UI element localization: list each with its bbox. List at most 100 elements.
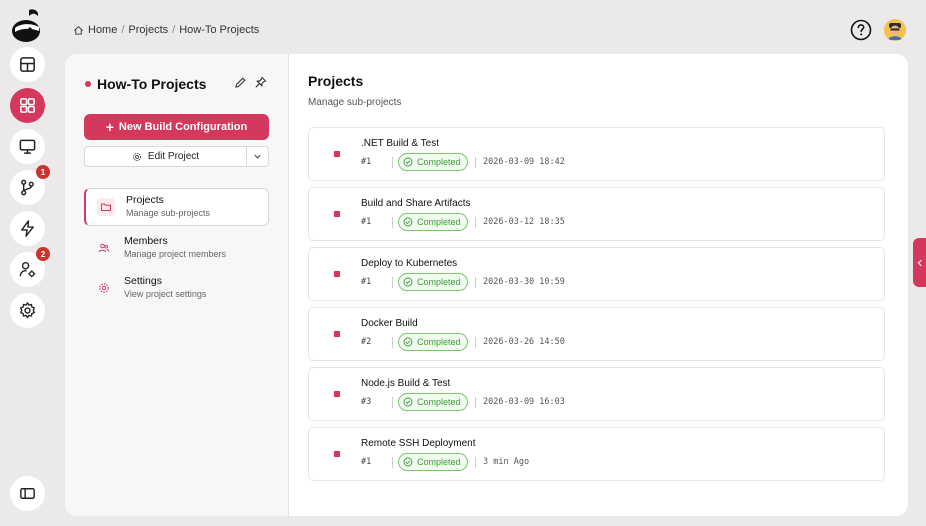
page-subtitle: Manage sub-projects: [308, 97, 402, 108]
status-label: Completed: [417, 277, 461, 287]
chevron-left-icon: [917, 259, 922, 266]
breadcrumb-projects[interactable]: Projects: [128, 24, 168, 36]
breadcrumb-separator: /: [172, 24, 176, 36]
home-icon[interactable]: [73, 25, 84, 36]
users-icon: [95, 239, 113, 257]
build-number: #3: [361, 397, 372, 407]
build-row[interactable]: Remote SSH Deployment #1 Completed 3 min…: [308, 427, 885, 481]
build-name: Remote SSH Deployment: [361, 438, 476, 449]
rail-settings-button[interactable]: [10, 293, 45, 328]
status-badge: Completed: [398, 333, 468, 351]
rail-actions-button[interactable]: [10, 211, 45, 246]
row-divider: [475, 157, 476, 168]
left-rail: 1 2: [0, 0, 56, 526]
build-name: Docker Build: [361, 318, 418, 329]
build-number: #1: [361, 457, 372, 467]
pin-icon[interactable]: [254, 76, 267, 89]
build-status-dot: [334, 391, 340, 397]
sidebar-item-label: Members: [124, 235, 168, 247]
check-circle-icon: [403, 157, 413, 167]
build-time: 2026-03-30 10:59: [483, 277, 565, 287]
edit-project-button[interactable]: Edit Project: [84, 146, 247, 167]
rail-dashboard-button[interactable]: [10, 47, 45, 82]
gear-icon: [95, 279, 113, 297]
check-circle-icon: [403, 217, 413, 227]
rail-user-settings-button[interactable]: 2: [10, 247, 50, 287]
rail-projects-button[interactable]: [10, 88, 45, 123]
lightning-icon: [21, 220, 34, 237]
status-label: Completed: [417, 397, 461, 407]
build-status-dot: [334, 151, 340, 157]
sidebar-item-label: Projects: [126, 194, 164, 206]
status-label: Completed: [417, 337, 461, 347]
sidebar-item-description: Manage project members: [124, 249, 227, 259]
sidebar-item-members[interactable]: Members Manage project members: [84, 230, 269, 268]
project-status-dot: [85, 81, 91, 87]
build-row[interactable]: Docker Build #2 Completed 2026-03-26 14:…: [308, 307, 885, 361]
project-panel: How-To Projects + New Build Configuratio…: [65, 54, 908, 516]
status-badge: Completed: [398, 153, 468, 171]
row-divider: [475, 397, 476, 408]
row-divider: [392, 457, 393, 468]
drawer-toggle-button[interactable]: [913, 238, 926, 287]
app-logo-icon[interactable]: [10, 8, 44, 44]
build-number: #1: [361, 157, 372, 167]
edit-pencil-icon[interactable]: [234, 76, 247, 89]
rail-git-button[interactable]: 1: [10, 165, 50, 205]
breadcrumb-home[interactable]: Home: [88, 24, 117, 36]
avatar[interactable]: [884, 19, 906, 41]
sidebar-item-projects[interactable]: Projects Manage sub-projects: [84, 188, 269, 226]
breadcrumb-separator: /: [121, 24, 125, 36]
new-build-configuration-label: New Build Configuration: [118, 121, 248, 133]
check-circle-icon: [403, 337, 413, 347]
build-name: Node.js Build & Test: [361, 378, 451, 389]
folder-icon: [97, 198, 115, 216]
sidebar-item-description: Manage sub-projects: [126, 208, 211, 218]
build-row[interactable]: .NET Build & Test #1 Completed 2026-03-0…: [308, 127, 885, 181]
status-label: Completed: [417, 457, 461, 467]
rail-sidebar-toggle-button[interactable]: [10, 476, 45, 511]
chevron-down-icon: [254, 154, 261, 159]
build-time: 2026-03-26 14:50: [483, 337, 565, 347]
edit-project-label: Edit Project: [147, 151, 200, 162]
build-time: 2026-03-09 18:42: [483, 157, 565, 167]
row-divider: [475, 457, 476, 468]
edit-project-dropdown-button[interactable]: [246, 146, 269, 167]
build-row[interactable]: Node.js Build & Test #3 Completed 2026-0…: [308, 367, 885, 421]
plus-icon: +: [105, 119, 114, 135]
row-divider: [392, 157, 393, 168]
build-time: 2026-03-09 16:03: [483, 397, 565, 407]
sidebar-item-description: View project settings: [124, 289, 207, 299]
help-button[interactable]: [850, 19, 872, 41]
build-status-dot: [334, 451, 340, 457]
git-branch-icon: [21, 179, 34, 196]
user-settings-icon: [19, 261, 36, 278]
breadcrumb-current: How-To Projects: [179, 24, 260, 36]
build-row[interactable]: Deploy to Kubernetes #1 Completed 2026-0…: [308, 247, 885, 301]
build-status-dot: [334, 211, 340, 217]
new-build-configuration-button[interactable]: + New Build Configuration: [84, 114, 269, 140]
row-divider: [392, 217, 393, 228]
row-divider: [475, 337, 476, 348]
row-divider: [392, 277, 393, 288]
sidebar-item-settings[interactable]: Settings View project settings: [84, 270, 269, 308]
sidebar-toggle-icon: [20, 488, 35, 499]
project-sidebar: How-To Projects + New Build Configuratio…: [65, 54, 289, 516]
sidebar-item-label: Settings: [124, 275, 162, 287]
status-badge: Completed: [398, 453, 468, 471]
status-label: Completed: [417, 217, 461, 227]
check-circle-icon: [403, 457, 413, 467]
rail-monitor-button[interactable]: [10, 129, 45, 164]
project-title: How-To Projects: [97, 76, 207, 92]
status-badge: Completed: [398, 393, 468, 411]
row-divider: [392, 397, 393, 408]
build-time: 2026-03-12 18:35: [483, 217, 565, 227]
build-status-dot: [334, 271, 340, 277]
check-circle-icon: [403, 277, 413, 287]
build-row[interactable]: Build and Share Artifacts #1 Completed 2…: [308, 187, 885, 241]
build-time: 3 min Ago: [483, 457, 530, 467]
check-circle-icon: [403, 397, 413, 407]
status-badge: Completed: [398, 273, 468, 291]
build-number: #1: [361, 277, 372, 287]
breadcrumb: Home / Projects / How-To Projects: [73, 24, 259, 36]
